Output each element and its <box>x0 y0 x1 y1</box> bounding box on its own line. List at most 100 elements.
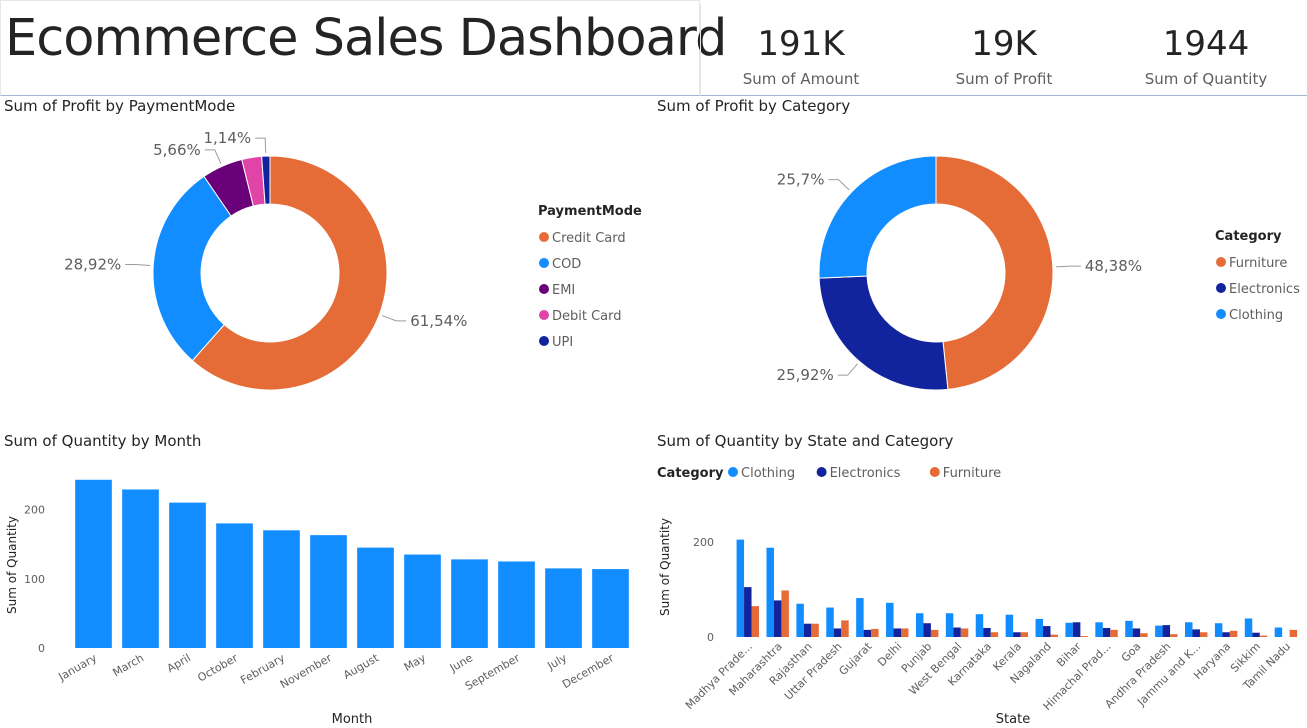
bar-uttar-pradesh-electronics[interactable] <box>833 628 842 637</box>
donut-data-label: 61,54% <box>410 312 467 330</box>
legend-item-debit-card[interactable]: Debit Card <box>552 309 622 324</box>
bar-goa-electronics[interactable] <box>1132 628 1141 637</box>
kpi-strip: 191K Sum of Amount 19K Sum of Profit 194… <box>700 4 1307 96</box>
bar-west-bengal-clothing[interactable] <box>945 613 954 637</box>
bar-andhra-pradesh-electronics[interactable] <box>1162 625 1171 637</box>
bar-delhi-electronics[interactable] <box>893 628 902 637</box>
bar-haryana-clothing[interactable] <box>1214 623 1223 637</box>
bar-karnataka-furniture[interactable] <box>990 632 999 637</box>
bar-nagaland-electronics[interactable] <box>1043 626 1051 637</box>
bar-february[interactable] <box>263 530 300 648</box>
bar-uttar-pradesh-furniture[interactable] <box>841 620 849 637</box>
legend-item-upi[interactable]: UPI <box>552 335 573 350</box>
donut-slice-clothing[interactable] <box>818 155 937 279</box>
legend-marker-furniture <box>1216 257 1226 267</box>
donut-leader-line <box>837 363 858 376</box>
bar-gujarat-furniture[interactable] <box>871 628 879 637</box>
legend-marker-clothing <box>728 467 738 477</box>
bar-tamil-nadu-clothing[interactable] <box>1274 627 1283 638</box>
bar-uttar-pradesh-clothing[interactable] <box>826 607 834 637</box>
bar-bihar-electronics[interactable] <box>1072 622 1081 637</box>
bar-delhi-clothing[interactable] <box>886 602 894 637</box>
bar-punjab-furniture[interactable] <box>930 629 939 637</box>
legend-item-cod[interactable]: COD <box>552 257 581 272</box>
legend-item-furniture[interactable]: Furniture <box>1229 256 1287 271</box>
bar-punjab-electronics[interactable] <box>923 623 931 637</box>
bar-may[interactable] <box>404 554 441 648</box>
bar-november[interactable] <box>310 535 347 648</box>
bar-madhya-prade-clothing[interactable] <box>736 539 745 637</box>
bar-west-bengal-furniture[interactable] <box>960 628 969 637</box>
legend-item-furniture[interactable]: Furniture <box>943 466 1001 481</box>
bar-goa-furniture[interactable] <box>1140 633 1148 637</box>
bar-bihar-furniture[interactable] <box>1080 636 1088 637</box>
legend-item-credit-card[interactable]: Credit Card <box>552 231 626 246</box>
bar-june[interactable] <box>451 559 488 648</box>
bar-himachal-prad-clothing[interactable] <box>1095 622 1103 637</box>
bar-bihar-clothing[interactable] <box>1065 622 1073 637</box>
bar-delhi-furniture[interactable] <box>901 628 909 637</box>
bar-kerala-clothing[interactable] <box>1005 614 1014 637</box>
bar-jammu-and-k-electronics[interactable] <box>1192 629 1200 637</box>
bar-west-bengal-electronics[interactable] <box>953 627 961 638</box>
bar-sikkim-electronics[interactable] <box>1252 632 1260 637</box>
bar-rajasthan-furniture[interactable] <box>811 623 819 637</box>
bar-punjab-clothing[interactable] <box>915 613 924 637</box>
donut-chart-paymentmode[interactable]: 61,54% 28,92% 5,66%1,14% PaymentMode Credit … <box>0 120 650 420</box>
bar-kerala-furniture[interactable] <box>1020 632 1029 637</box>
x-tick-label: November <box>278 651 334 691</box>
bar-nagaland-clothing[interactable] <box>1035 618 1044 637</box>
bar-march[interactable] <box>122 489 159 648</box>
bar-gujarat-electronics[interactable] <box>863 629 872 637</box>
kpi-card-profit[interactable]: 19K Sum of Profit <box>904 4 1104 88</box>
bar-nagaland-furniture[interactable] <box>1050 634 1058 637</box>
bar-jammu-and-k-furniture[interactable] <box>1199 632 1208 637</box>
bar-maharashtra-furniture[interactable] <box>781 590 789 637</box>
bar-chart-state[interactable]: Category Clothing Electronics Furniture 0 200… <box>653 455 1307 728</box>
bar-karnataka-electronics[interactable] <box>983 627 991 637</box>
bar-karnataka-clothing[interactable] <box>975 614 984 637</box>
bar-andhra-pradesh-clothing[interactable] <box>1155 625 1163 637</box>
x-tick-label: July <box>544 651 569 673</box>
bar-september[interactable] <box>498 561 535 648</box>
donut-slice-furniture[interactable] <box>935 155 1054 390</box>
bar-madhya-prade-furniture[interactable] <box>751 606 760 637</box>
bar-himachal-prad-electronics[interactable] <box>1102 627 1111 637</box>
bar-october[interactable] <box>216 523 253 648</box>
bar-maharashtra-clothing[interactable] <box>766 547 774 637</box>
bar-july[interactable] <box>545 568 582 648</box>
legend-item-electronics[interactable]: Electronics <box>1229 282 1300 297</box>
bar-madhya-prade-electronics[interactable] <box>744 587 752 637</box>
kpi-value: 1944 <box>1162 24 1250 64</box>
bar-himachal-prad-furniture[interactable] <box>1110 629 1118 637</box>
bar-sikkim-furniture[interactable] <box>1259 635 1268 637</box>
bar-tamil-nadu-furniture[interactable] <box>1289 629 1298 637</box>
legend-item-emi[interactable]: EMI <box>552 283 575 298</box>
bar-rajasthan-electronics[interactable] <box>803 623 812 637</box>
bar-goa-clothing[interactable] <box>1125 620 1133 637</box>
bar-gujarat-clothing[interactable] <box>856 598 864 637</box>
bar-sikkim-clothing[interactable] <box>1244 618 1253 637</box>
bar-jammu-and-k-clothing[interactable] <box>1185 622 1193 637</box>
bar-andhra-pradesh-furniture[interactable] <box>1170 634 1178 637</box>
legend-item-electronics[interactable]: Electronics <box>830 466 901 481</box>
bar-december[interactable] <box>592 569 629 648</box>
bar-rajasthan-clothing[interactable] <box>796 603 804 637</box>
chart-title-category: Sum of Profit by Category <box>657 97 851 115</box>
bar-august[interactable] <box>357 547 394 648</box>
legend-marker-clothing <box>1216 309 1226 319</box>
bar-maharashtra-electronics[interactable] <box>773 600 782 637</box>
bar-chart-month[interactable]: 0100200January March April OctoberFebruaryN… <box>0 455 650 728</box>
y-tick-label: 100 <box>24 573 45 586</box>
donut-chart-category[interactable]: 48,38% 25,92% 25,7% Category Furniture Electr… <box>653 120 1307 420</box>
donut-slice-electronics[interactable] <box>818 275 949 391</box>
bar-kerala-electronics[interactable] <box>1013 632 1021 637</box>
bar-haryana-electronics[interactable] <box>1222 632 1230 637</box>
kpi-card-amount[interactable]: 191K Sum of Amount <box>701 4 901 88</box>
bar-january[interactable] <box>75 479 112 648</box>
bar-haryana-furniture[interactable] <box>1229 630 1238 637</box>
legend-item-clothing[interactable]: Clothing <box>1229 308 1283 323</box>
bar-april[interactable] <box>169 502 206 648</box>
legend-item-clothing[interactable]: Clothing <box>741 466 795 481</box>
kpi-card-quantity[interactable]: 1944 Sum of Quantity <box>1106 4 1306 88</box>
